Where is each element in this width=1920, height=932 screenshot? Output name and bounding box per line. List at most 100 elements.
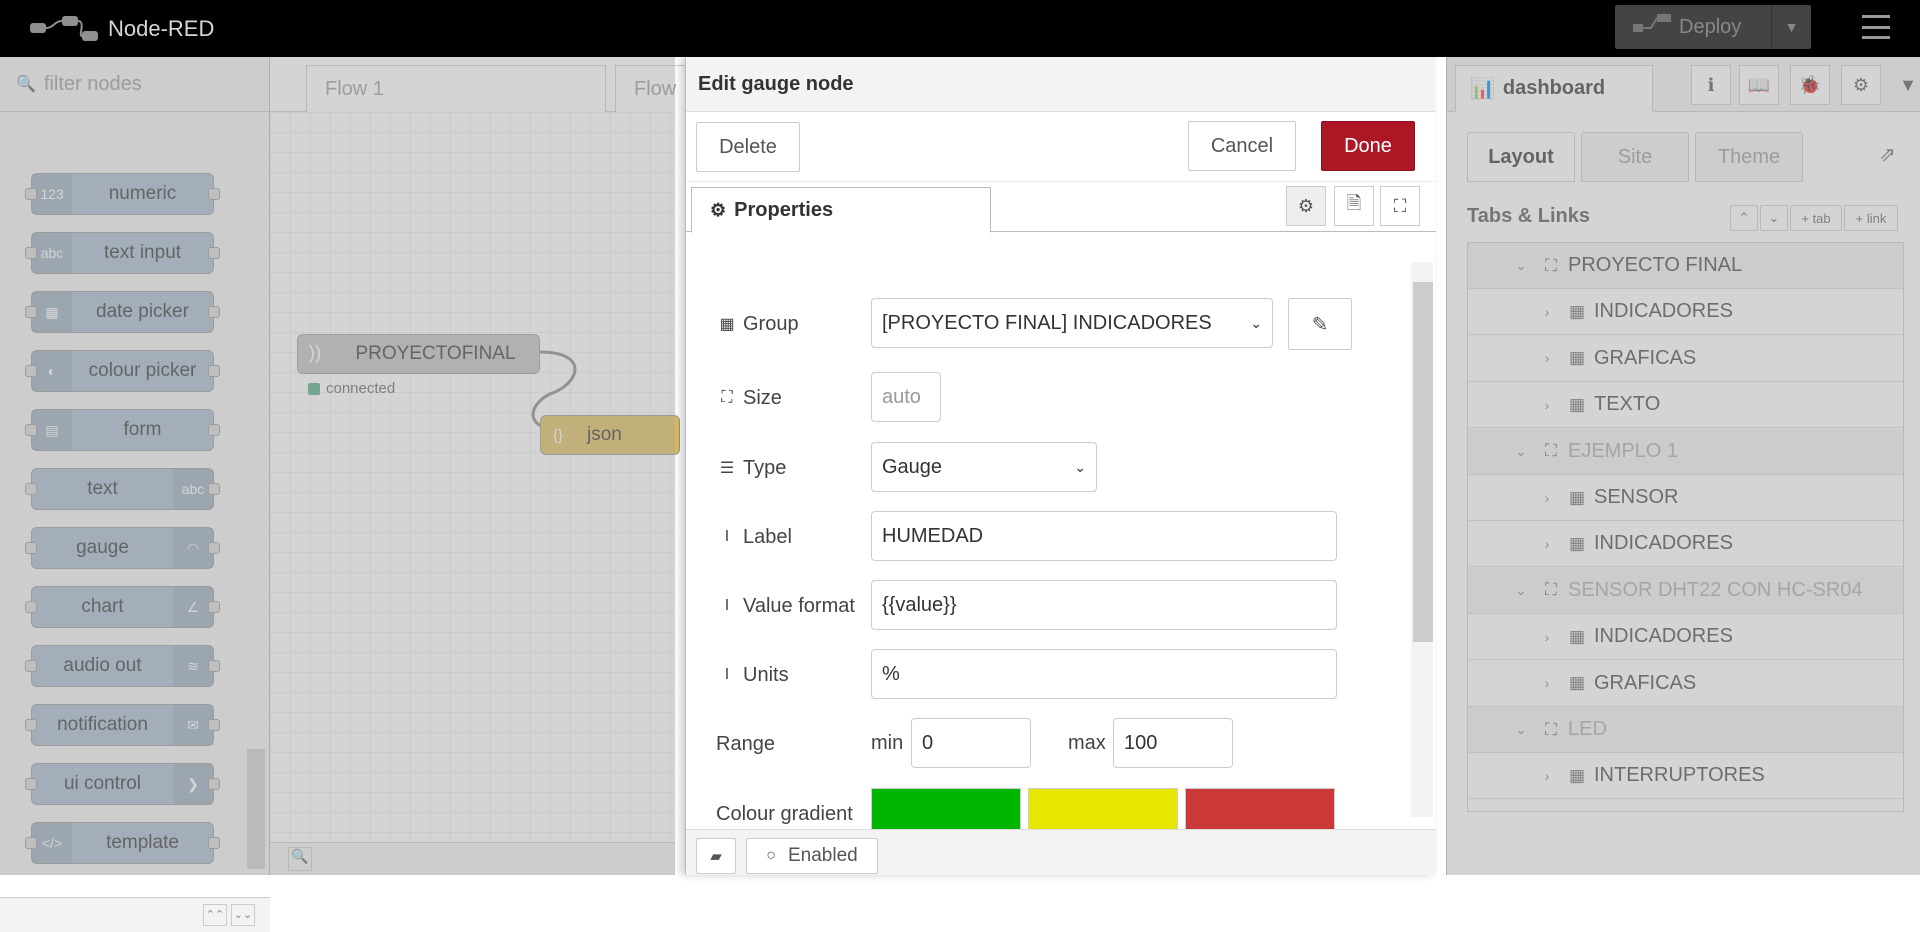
palette-node-colour-picker[interactable]: ◐ colour picker xyxy=(25,350,220,392)
sidebar-menu-caret-icon[interactable]: ▼ xyxy=(1888,65,1920,105)
mqtt-node[interactable]: )) PROYECTOFINAL xyxy=(297,334,540,374)
size-button[interactable]: auto xyxy=(871,372,941,422)
output-port[interactable] xyxy=(208,365,220,377)
type-select[interactable]: Gauge ⌄ xyxy=(871,442,1097,492)
deploy-caret-icon[interactable]: ▼ xyxy=(1771,5,1811,49)
chevron-right-icon[interactable]: › xyxy=(1534,350,1560,366)
info-icon[interactable]: ℹ xyxy=(1691,65,1731,105)
expand-tree-icon[interactable]: ⌄ xyxy=(1760,205,1788,231)
chevron-down-icon[interactable]: ⌄ xyxy=(1508,582,1534,599)
palette-node-text[interactable]: text abc xyxy=(25,468,220,510)
input-port[interactable] xyxy=(25,306,37,318)
settings-tab-icon[interactable]: ⚙ xyxy=(1286,186,1326,226)
palette-node-chart[interactable]: chart ∠ xyxy=(25,586,220,628)
tab-site[interactable]: Site xyxy=(1581,132,1689,182)
description-tab-icon[interactable]: 🗎 xyxy=(1334,186,1374,226)
palette-node-text-input[interactable]: abc text input xyxy=(25,232,220,274)
label-input[interactable]: HUMEDAD xyxy=(871,511,1337,561)
input-port[interactable] xyxy=(25,778,37,790)
palette-scroll-thumb[interactable] xyxy=(247,749,265,869)
search-flows-icon[interactable]: 🔍 xyxy=(288,847,312,871)
tab-dashboard[interactable]: 📊 dashboard xyxy=(1455,65,1653,112)
tree-group-item[interactable]: › ▦ INDICADORES xyxy=(1468,614,1903,661)
value-format-input[interactable]: {{value}} xyxy=(871,580,1337,630)
input-port[interactable] xyxy=(25,837,37,849)
output-port[interactable] xyxy=(208,247,220,259)
group-select[interactable]: [PROYECTO FINAL] INDICADORES ⌄ xyxy=(871,298,1273,348)
tab-properties[interactable]: ⚙ Properties xyxy=(691,187,991,233)
max-input[interactable]: 100 xyxy=(1113,718,1233,768)
enabled-toggle[interactable]: ○ Enabled xyxy=(746,838,878,874)
input-port[interactable] xyxy=(25,188,37,200)
palette-node-notification[interactable]: notification ✉ xyxy=(25,704,220,746)
input-port[interactable] xyxy=(25,247,37,259)
tree-group-item[interactable]: › ▦ GRAFICAS xyxy=(1468,661,1903,707)
output-port[interactable] xyxy=(208,306,220,318)
output-port[interactable] xyxy=(208,601,220,613)
node-help-icon[interactable]: ▰ xyxy=(696,838,736,874)
tree-group-item[interactable]: › ▦ GRAFICAS xyxy=(1468,336,1903,382)
output-port[interactable] xyxy=(208,837,220,849)
done-button[interactable]: Done xyxy=(1321,121,1415,171)
chevron-right-icon[interactable]: › xyxy=(1534,675,1560,691)
add-tab-button[interactable]: + tab xyxy=(1790,205,1842,231)
palette-node-gauge[interactable]: gauge ◠ xyxy=(25,527,220,569)
tree-group-item[interactable]: › ▦ TEXTO xyxy=(1468,382,1903,429)
palette-filter[interactable]: 🔍 filter nodes xyxy=(0,57,269,112)
tree-group-item[interactable]: › ▦ INDICADORES xyxy=(1468,521,1903,568)
external-link-icon[interactable]: ⇗ xyxy=(1879,142,1896,167)
cancel-button[interactable]: Cancel xyxy=(1188,121,1296,171)
main-menu-icon[interactable] xyxy=(1858,12,1894,42)
tab-layout[interactable]: Layout xyxy=(1467,132,1575,182)
input-port[interactable] xyxy=(25,542,37,554)
output-port[interactable] xyxy=(208,660,220,672)
form-scroll-thumb[interactable] xyxy=(1413,282,1433,642)
chevron-down-icon[interactable]: ⌄ xyxy=(1508,257,1534,274)
deploy-button[interactable]: Deploy ▼ xyxy=(1615,5,1811,49)
tree-tab-item[interactable]: ⌄ ⛶ SENSOR DHT22 CON HC-SR04 xyxy=(1468,567,1903,614)
chevron-right-icon[interactable]: › xyxy=(1534,304,1560,320)
output-port[interactable] xyxy=(208,719,220,731)
book-icon[interactable]: 📖 xyxy=(1739,65,1779,105)
min-input[interactable]: 0 xyxy=(911,718,1031,768)
chevron-right-icon[interactable]: › xyxy=(1534,536,1560,552)
input-port[interactable] xyxy=(25,365,37,377)
chevron-down-icon[interactable]: ⌄ xyxy=(1508,443,1534,460)
output-port[interactable] xyxy=(208,483,220,495)
json-node[interactable]: {} json xyxy=(540,415,680,455)
input-port[interactable] xyxy=(25,483,37,495)
collapse-all-icon[interactable]: ⌃⌃ xyxy=(203,904,227,926)
output-port[interactable] xyxy=(208,542,220,554)
tree-tab-item[interactable]: ⌄ ⛶ EJEMPLO 1 xyxy=(1468,428,1903,475)
output-port[interactable] xyxy=(208,424,220,436)
edit-group-button[interactable]: ✎ xyxy=(1288,298,1352,350)
tree-group-item[interactable]: › ▦ INDICADORES xyxy=(1468,289,1903,336)
bug-icon[interactable]: 🐞 xyxy=(1790,65,1830,105)
expand-all-icon[interactable]: ⌄⌄ xyxy=(231,904,255,926)
palette-node-template[interactable]: </> template xyxy=(25,822,220,864)
add-link-button[interactable]: + link xyxy=(1844,205,1898,231)
output-port[interactable] xyxy=(208,188,220,200)
palette-node-ui-control[interactable]: ui control ❯ xyxy=(25,763,220,805)
palette-node-form[interactable]: ▤ form xyxy=(25,409,220,451)
input-port[interactable] xyxy=(25,601,37,613)
units-input[interactable]: % xyxy=(871,649,1337,699)
appearance-tab-icon[interactable]: ⛶ xyxy=(1380,186,1420,226)
chevron-right-icon[interactable]: › xyxy=(1534,768,1560,784)
palette-node-numeric[interactable]: 123 numeric xyxy=(25,173,220,215)
tree-group-item[interactable]: › ▦ INTERRUPTORES xyxy=(1468,753,1903,800)
workspace-canvas[interactable]: )) PROYECTOFINAL connected {} json xyxy=(270,112,680,842)
tab-flow-1[interactable]: Flow 1 xyxy=(306,65,606,112)
collapse-tree-icon[interactable]: ⌃ xyxy=(1730,205,1758,231)
tab-theme[interactable]: Theme xyxy=(1695,132,1803,182)
tree-tab-item[interactable]: ⌄ ⛶ LED xyxy=(1468,707,1903,753)
output-port[interactable] xyxy=(208,778,220,790)
chevron-right-icon[interactable]: › xyxy=(1534,490,1560,506)
input-port[interactable] xyxy=(25,660,37,672)
tree-tab-item[interactable]: ⌄ ⛶ PROYECTO FINAL xyxy=(1468,243,1903,289)
chevron-down-icon[interactable]: ⌄ xyxy=(1508,721,1534,738)
tab-flow-2[interactable]: Flow xyxy=(615,65,695,112)
tree-group-item[interactable]: › ▦ SENSOR xyxy=(1468,475,1903,521)
input-port[interactable] xyxy=(25,719,37,731)
palette-node-audio-out[interactable]: audio out ≋ xyxy=(25,645,220,687)
